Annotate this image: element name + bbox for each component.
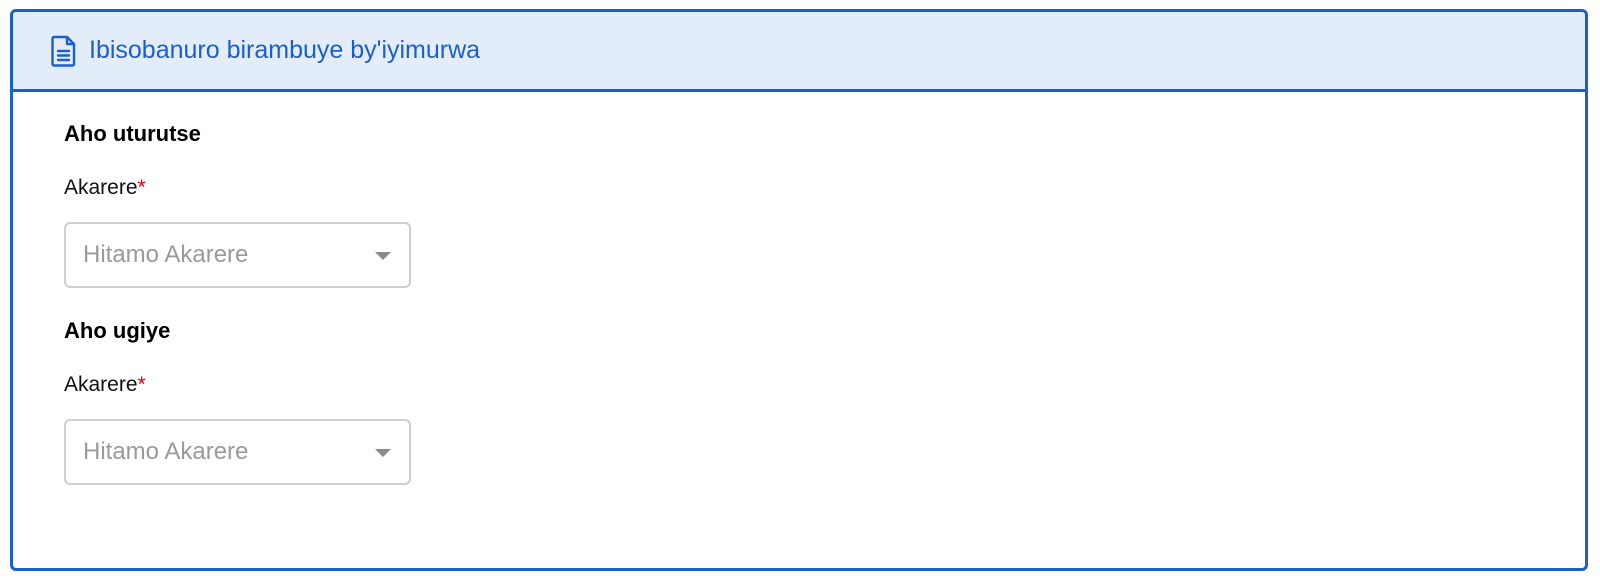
caret-down-icon xyxy=(375,252,391,260)
required-asterisk: * xyxy=(137,176,146,199)
required-asterisk: * xyxy=(137,373,146,396)
origin-district-label-text: Akarere xyxy=(64,176,138,199)
transfer-details-card: Ibisobanuro birambuye by'iyimurwa Aho ut… xyxy=(10,9,1588,571)
document-icon xyxy=(51,35,77,67)
destination-district-label-text: Akarere xyxy=(64,373,138,396)
card-body: Aho uturutse Akarere* Hitamo Akarere Aho… xyxy=(13,92,1585,485)
card-header: Ibisobanuro birambuye by'iyimurwa xyxy=(13,12,1585,92)
destination-district-select[interactable]: Hitamo Akarere xyxy=(64,419,411,485)
origin-district-label: Akarere* xyxy=(64,172,1585,204)
caret-down-icon xyxy=(375,449,391,457)
origin-district-select[interactable]: Hitamo Akarere xyxy=(64,222,411,288)
destination-district-placeholder: Hitamo Akarere xyxy=(83,438,249,465)
origin-section-title: Aho uturutse xyxy=(64,121,201,146)
origin-district-placeholder: Hitamo Akarere xyxy=(83,241,249,268)
destination-district-label: Akarere* xyxy=(64,369,1585,401)
card-title: Ibisobanuro birambuye by'iyimurwa xyxy=(89,36,481,64)
destination-section-title: Aho ugiye xyxy=(64,318,171,343)
